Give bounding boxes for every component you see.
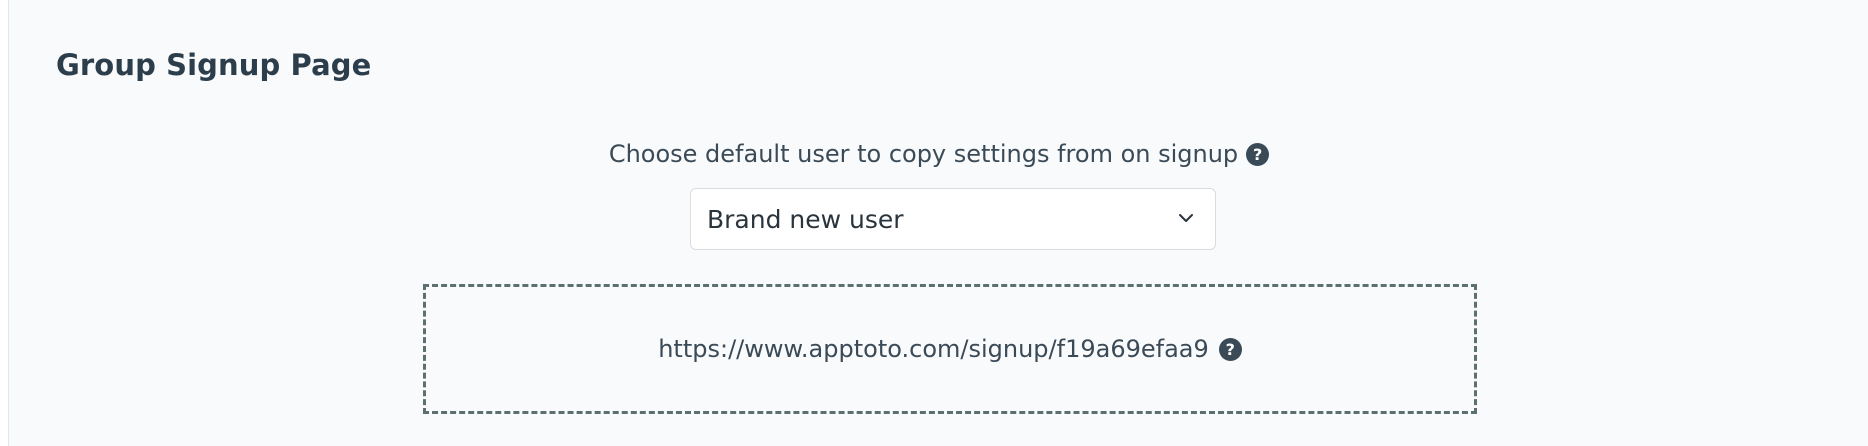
group-signup-panel: Group Signup Page Choose default user to… [8,0,1868,446]
signup-url-box: https://www.apptoto.com/signup/f19a69efa… [423,284,1477,414]
chevron-down-icon [1179,214,1193,222]
default-user-selected-value: Brand new user [707,205,904,234]
default-user-select[interactable]: Brand new user [690,188,1216,250]
page-title: Group Signup Page [56,48,372,82]
default-user-label: Choose default user to copy settings fro… [608,140,1239,168]
default-user-prompt: Choose default user to copy settings fro… [9,140,1868,168]
question-circle-icon[interactable]: ? [1246,142,1270,166]
signup-url[interactable]: https://www.apptoto.com/signup/f19a69efa… [658,335,1209,363]
question-circle-icon[interactable]: ? [1218,337,1242,361]
